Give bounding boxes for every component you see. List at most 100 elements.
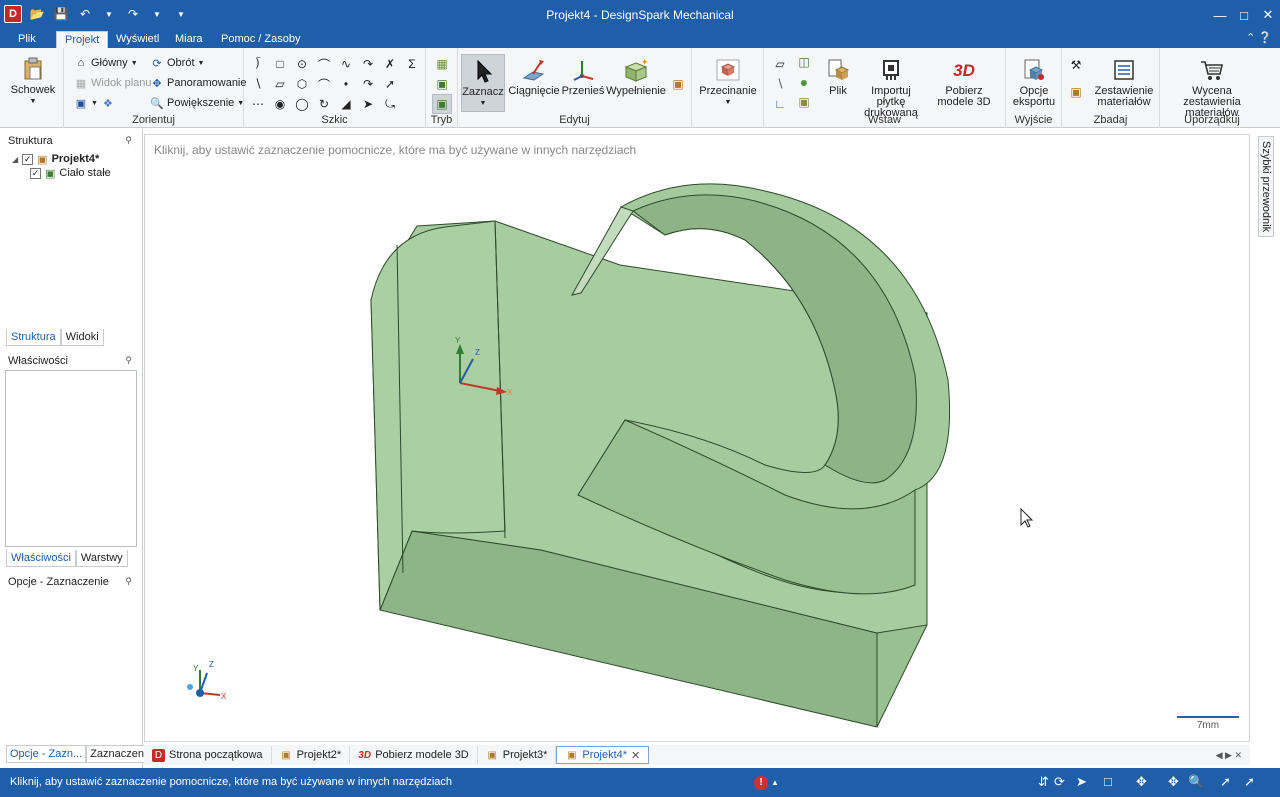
collapse-icon[interactable]: ◢ <box>12 155 18 164</box>
quick-guide-tab[interactable]: Szybki przewodnik <box>1258 136 1274 238</box>
wstaw-plik-button[interactable]: Plik <box>822 57 854 97</box>
tangent-line-icon[interactable]: ∖ <box>250 76 266 92</box>
importuj-plytke-button[interactable]: Importuj płytkę drukowaną <box>854 57 928 119</box>
schowek-button[interactable]: Schowek ▼ <box>10 56 56 107</box>
measure-caliper-icon[interactable]: ⚒ <box>1068 57 1084 73</box>
wycena-button[interactable]: Wycena zestawienia materiałów <box>1164 57 1260 119</box>
root-checkbox[interactable]: ✓ <box>22 153 34 165</box>
three-point-circle-icon[interactable]: ◯ <box>294 96 310 112</box>
zestawienie-materialow-button[interactable]: Zestawienie materiałów <box>1092 57 1156 108</box>
origin-icon[interactable]: ∟ <box>772 96 788 112</box>
shell-icon[interactable]: ▣ <box>796 94 812 110</box>
select-cursor-icon[interactable]: ➤ <box>1076 774 1087 790</box>
ribbon-collapse-help[interactable]: ⌃ ❔ <box>1246 31 1272 44</box>
box-select-icon[interactable]: □ <box>1104 774 1112 789</box>
tab-plik[interactable]: Plik <box>10 31 44 48</box>
corner-tool-icon[interactable]: ◢ <box>338 96 354 112</box>
rotate-view-icon[interactable]: ⟳ <box>1054 774 1065 790</box>
tab-scroll-controls[interactable]: ◀ ▶ ✕ <box>1216 750 1250 761</box>
project-tool-icon[interactable]: ➤ <box>360 96 376 112</box>
fill-icon: ✦ <box>623 57 649 83</box>
tab-warstwy[interactable]: Warstwy <box>75 550 128 567</box>
arc-tool-icon[interactable]: ⌒ <box>316 56 332 72</box>
tab-opcje-zazn[interactable]: Opcje - Zazn... <box>6 745 87 763</box>
uporzadkuj-group-label: Uporządkuj <box>1184 114 1240 126</box>
more-view-icon[interactable]: ➚ <box>1244 774 1255 790</box>
sphere-icon[interactable]: ● <box>796 74 812 90</box>
panoramowanie-button[interactable]: ✥ Panoramowanie <box>150 76 246 90</box>
polygon-tool-icon[interactable]: ⬡ <box>294 76 310 92</box>
przenies-button[interactable]: Przenieś <box>560 57 606 97</box>
glowny-button[interactable]: ⌂ Główny ▼ <box>74 56 138 70</box>
tab-pomoc[interactable]: Pomoc / Zasoby <box>213 31 308 48</box>
snap-icon[interactable]: ✥ <box>1136 774 1147 790</box>
model-canvas[interactable]: Y Z X Y Z X <box>145 135 1251 743</box>
tab-struktura[interactable]: Struktura <box>6 329 61 346</box>
obrot-button[interactable]: ⟳ Obrót ▼ <box>150 56 204 70</box>
fit-view-icon[interactable]: ➚ <box>1220 774 1231 790</box>
section-mode-icon[interactable]: ▣ <box>434 76 450 92</box>
tab-projekt[interactable]: Projekt <box>56 31 109 48</box>
pin-icon[interactable]: ⚲ <box>125 355 132 366</box>
document-tabs: D Strona początkowa ▣ Projekt2* 3D Pobierz … <box>144 745 1250 765</box>
maximize-icon[interactable]: □ <box>1232 0 1256 30</box>
pin-icon[interactable]: ⚲ <box>125 576 132 587</box>
combine-tool-icon[interactable]: ▣ <box>670 76 686 92</box>
close-tab-icon[interactable]: ✕ <box>631 749 640 762</box>
widok-planu-button[interactable]: ▦ Widok planu <box>74 76 152 90</box>
doc-tab-home[interactable]: D Strona początkowa <box>144 746 272 764</box>
doc-tab-projekt2[interactable]: ▣ Projekt2* <box>272 746 351 764</box>
ellipse-tool-icon[interactable]: ◉ <box>272 96 288 112</box>
pobierz-modele-label: Pobierz modele 3D <box>937 85 991 108</box>
construction-line-icon[interactable]: ⋯ <box>250 96 266 112</box>
material-icon[interactable]: ▣ <box>1068 84 1084 100</box>
powiekszenie-button[interactable]: 🔍 Powiększenie ▼ <box>150 96 244 110</box>
3d-viewport[interactable]: Kliknij, aby ustawić zaznaczenie pomocni… <box>144 134 1250 742</box>
sketch-mode-icon[interactable]: ▦ <box>434 56 450 72</box>
cylinder-icon[interactable]: ◫ <box>796 54 812 70</box>
przecinanie-button[interactable]: Przecinanie ▼ <box>698 57 758 108</box>
spline-tool-icon[interactable]: ∿ <box>338 56 354 72</box>
tree-item-solid[interactable]: ✓ ▣ Ciało stałe <box>12 166 111 180</box>
sum-tool-icon[interactable]: Σ <box>404 56 420 72</box>
tab-wlasciwosci[interactable]: Właściwości <box>6 550 76 567</box>
sweep-arc-icon[interactable]: ↻ <box>316 96 332 112</box>
3d-mode-icon[interactable]: ▣ <box>432 94 452 114</box>
doc-tab-pobierz[interactable]: 3D Pobierz modele 3D <box>350 746 478 764</box>
pan-view-icon[interactable]: ✥ <box>1168 774 1179 790</box>
tree-item-root[interactable]: ◢ ✓ ▣ Projekt4* <box>12 152 111 166</box>
polygon-rect-icon[interactable]: ▱ <box>272 76 288 92</box>
ciagniecie-button[interactable]: Ciągnięcie <box>508 57 560 97</box>
pobierz-modele-button[interactable]: 3D Pobierz modele 3D <box>928 57 1000 108</box>
line-tool-icon[interactable]: ⟌ <box>250 56 266 72</box>
opcje-eksportu-button[interactable]: Opcje eksportu <box>1010 57 1058 108</box>
extend-tool-icon[interactable]: ➚ <box>382 76 398 92</box>
point-tool-icon[interactable]: • <box>338 76 354 92</box>
view-cube-button[interactable]: ▣ ▼ ❖ <box>74 96 115 110</box>
tab-miara[interactable]: Miara <box>167 31 211 48</box>
plane-icon[interactable]: ▱ <box>772 56 788 72</box>
wypelnienie-button[interactable]: ✦ Wypełnienie <box>606 57 666 97</box>
error-badge-icon[interactable]: ! <box>754 776 768 790</box>
split-tool-icon[interactable]: ⤿ <box>382 96 398 112</box>
zaznacz-button[interactable]: Zaznacz ▼ <box>461 54 505 112</box>
arc3-tool-icon[interactable]: ⌒ <box>316 76 332 92</box>
circle-tool-icon[interactable]: ⊙ <box>294 56 310 72</box>
doc-tab-projekt3[interactable]: ▣ Projekt3* <box>478 746 557 764</box>
offset-tool-icon[interactable]: ↷ <box>360 76 376 92</box>
bend-tool-icon[interactable]: ↷ <box>360 56 376 72</box>
close-icon[interactable]: ✕ <box>1256 0 1280 30</box>
pin-icon[interactable]: ⚲ <box>125 135 132 146</box>
doc-tab-projekt4[interactable]: ▣ Projekt4* ✕ <box>556 746 650 764</box>
zoom-view-icon[interactable]: 🔍 <box>1188 774 1204 790</box>
minimize-icon[interactable]: — <box>1208 0 1232 30</box>
rectangle-tool-icon[interactable]: □ <box>272 56 288 72</box>
solid-checkbox[interactable]: ✓ <box>30 167 41 179</box>
tab-wyswietl[interactable]: Wyświetl <box>108 31 167 48</box>
tab-widoki[interactable]: Widoki <box>60 329 104 346</box>
select-arrow-icon <box>470 58 496 84</box>
trim-tool-icon[interactable]: ✗ <box>382 56 398 72</box>
error-dropdown-icon[interactable]: ▲ <box>771 778 779 787</box>
axis-icon[interactable]: ∖ <box>772 76 788 92</box>
spin-icon[interactable]: ⇵ <box>1038 774 1049 790</box>
